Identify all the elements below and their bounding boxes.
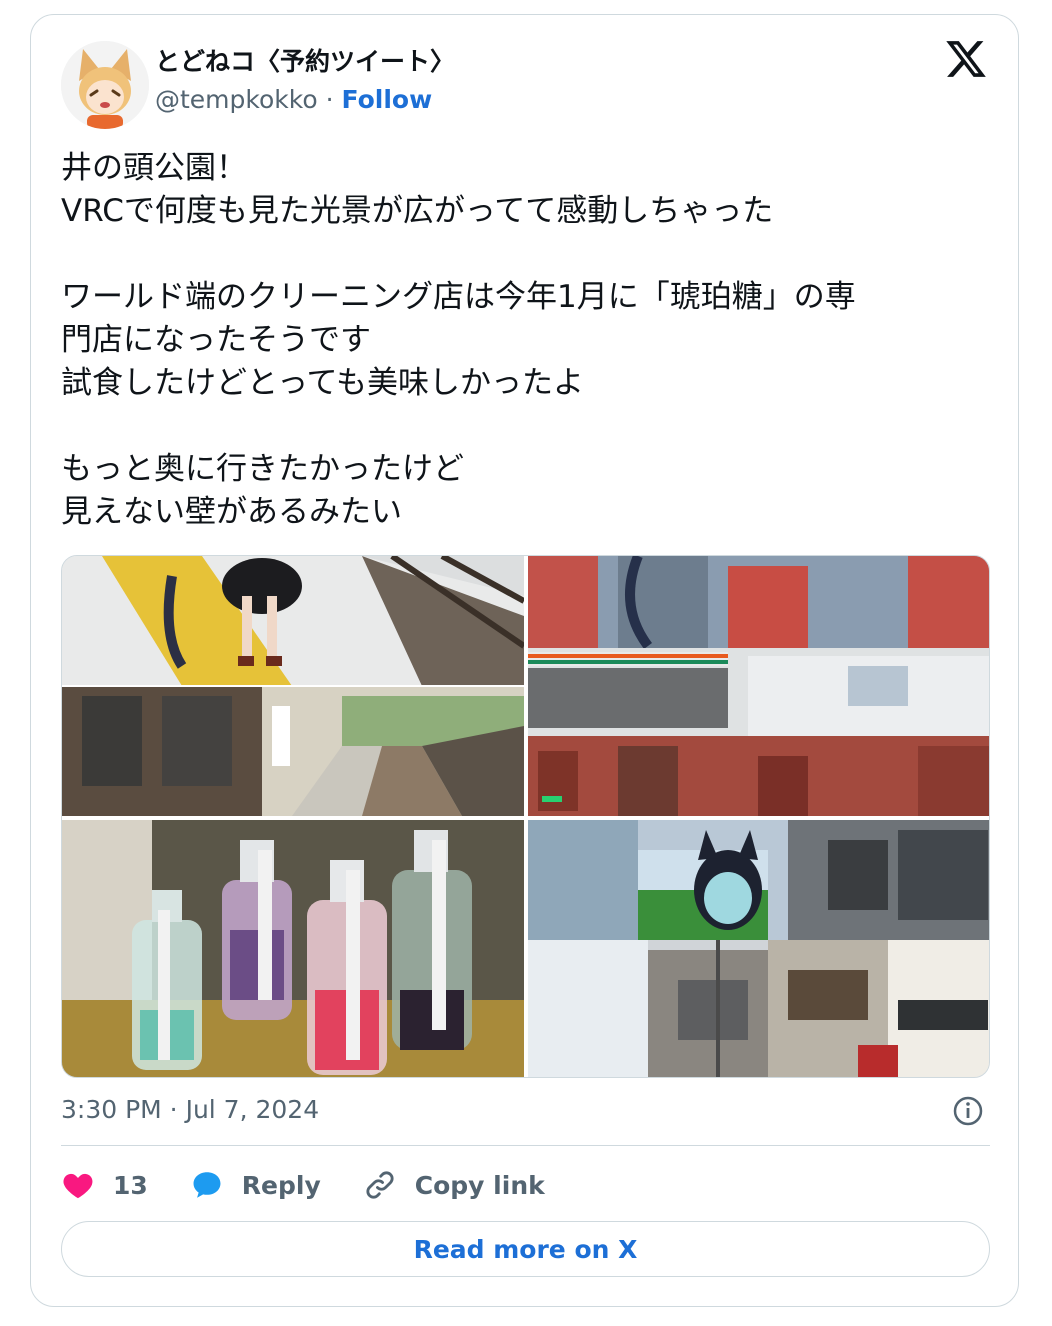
fox-girl-avatar-icon [61, 41, 149, 129]
tweet-line: VRCで何度も見た光景が広がってて感動しちゃった [61, 193, 774, 229]
tweet-line [61, 405, 991, 448]
tweet-line: 井の頭公園！ [61, 150, 247, 186]
reply-bubble-icon [193, 1172, 221, 1198]
station-gate-photo[interactable] [528, 556, 989, 816]
read-more-button[interactable]: Read more on X [61, 1221, 990, 1277]
train-platform-photo[interactable] [62, 556, 524, 816]
like-count: 13 [113, 1170, 148, 1200]
reply-button[interactable]: Reply [190, 1168, 321, 1202]
heart-icon [63, 1173, 93, 1199]
link-icon [366, 1171, 394, 1199]
author-display-name[interactable]: とどねコ〈予約ツイート〉 [155, 45, 455, 79]
author-handle[interactable]: @tempkokko [155, 85, 318, 114]
tweet-line: 見えない壁があるみたい [61, 494, 402, 530]
candy-bottles-photo[interactable] [62, 820, 524, 1077]
tweet-line [61, 233, 991, 276]
like-button[interactable]: 13 [61, 1168, 148, 1202]
tweet-line: 門店になったそうです [61, 322, 371, 358]
tweet-timestamp[interactable]: 3:30 PM · Jul 7, 2024 [61, 1093, 319, 1127]
x-logo-icon[interactable] [944, 37, 988, 81]
author-handle-row: @tempkokko · Follow [155, 83, 432, 117]
follow-button[interactable]: Follow [342, 85, 433, 114]
action-bar: 13 Reply Copy link [61, 1165, 587, 1205]
author-avatar[interactable] [61, 41, 149, 129]
reply-label: Reply [241, 1170, 321, 1200]
info-icon[interactable] [952, 1095, 984, 1127]
separator-dot: · [325, 85, 334, 114]
tweet-line: ワールド端のクリーニング店は今年1月に「琥珀糖」の専 [61, 279, 856, 315]
copy-link-button[interactable]: Copy link [363, 1168, 545, 1202]
tweet-line: もっと奥に行きたかったけど [61, 451, 464, 487]
divider [61, 1145, 990, 1146]
copy-link-label: Copy link [414, 1170, 545, 1200]
media-grid [61, 555, 990, 1078]
street-photo[interactable] [528, 820, 989, 1077]
tweet-card: とどねコ〈予約ツイート〉 @tempkokko · Follow 井の頭公園！ … [30, 14, 1019, 1307]
tweet-text: 井の頭公園！ VRCで何度も見た光景が広がってて感動しちゃった ワールド端のクリ… [61, 147, 991, 534]
tweet-line: 試食したけどとっても美味しかったよ [61, 365, 584, 401]
